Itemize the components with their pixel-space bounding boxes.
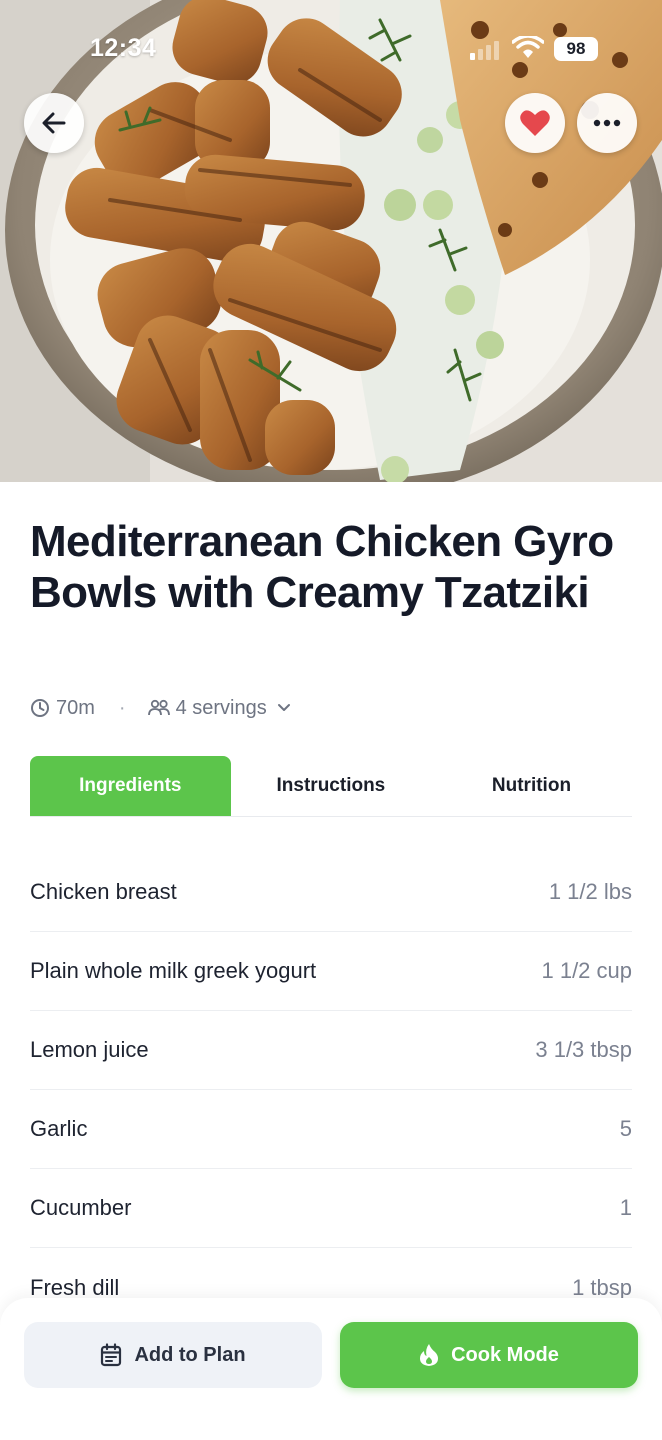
recipe-title: Mediterranean Chicken Gyro Bowls with Cr… [30,517,614,617]
ingredient-name: Garlic [30,1116,88,1141]
more-options-button[interactable] [577,93,637,153]
status-time: 12:34 [90,34,157,62]
ingredient-quantity: 1 [619,1195,632,1220]
ingredient-quantity: 1 1/2 lbs [548,879,632,904]
signal-icon [470,41,499,60]
ingredient-quantity: 3 1/3 tbsp [535,1037,632,1062]
cook-time-value: 70m [56,696,95,719]
heart-icon [520,110,550,136]
back-button[interactable] [24,93,84,153]
status-bar: 12:34 98 [0,0,662,100]
ingredient-name: Fresh dill [30,1274,120,1300]
ingredient-name: Lemon juice [30,1037,149,1062]
ingredients-list: Chicken breast 1 1/2 lbs Plain whole mil… [30,853,632,1327]
calendar-icon [101,1343,122,1367]
arrow-left-icon [42,112,66,134]
ingredient-quantity: 5 [619,1116,632,1141]
ingredient-name: Cucumber [30,1195,132,1220]
tab-ingredients[interactable]: Ingredients [30,756,231,816]
ingredient-name: Plain whole milk greek yogurt [30,958,317,983]
ingredient-quantity: 1 tbsp [572,1274,632,1300]
clock-icon [31,699,49,717]
people-icon [147,699,170,716]
bottom-action-bar: Add to Plan Cook Mode [0,1298,662,1440]
wifi-icon [512,36,544,58]
add-to-plan-label: Add to Plan [134,1343,246,1366]
list-item: Lemon juice 3 1/3 tbsp [30,1011,632,1090]
ingredient-quantity: 1 1/2 cup [541,958,632,983]
favorite-button[interactable] [505,93,565,153]
tab-nutrition[interactable]: Nutrition [431,756,632,816]
cook-time: 70m [30,697,95,720]
list-item: Plain whole milk greek yogurt 1 1/2 cup [30,932,632,1011]
ingredient-name: Chicken breast [30,879,177,904]
recipe-meta: 70m · 4 servings [30,694,291,722]
ellipsis-icon [593,119,621,127]
flame-icon [420,1344,439,1366]
list-item: Chicken breast 1 1/2 lbs [30,853,632,932]
list-item: Cucumber 1 [30,1169,632,1248]
recipe-tabs: Ingredients Instructions Nutrition [30,756,632,817]
meta-separator: · [118,696,126,719]
battery-icon: 98 [554,37,598,61]
tab-instructions[interactable]: Instructions [231,756,432,816]
servings-value: 4 servings [175,696,267,719]
add-to-plan-button[interactable]: Add to Plan [24,1322,322,1388]
cook-mode-label: Cook Mode [451,1343,559,1366]
cook-mode-button[interactable]: Cook Mode [340,1322,638,1388]
servings-selector[interactable]: 4 servings [147,696,291,720]
list-item: Garlic 5 [30,1090,632,1169]
chevron-down-icon [277,704,290,711]
